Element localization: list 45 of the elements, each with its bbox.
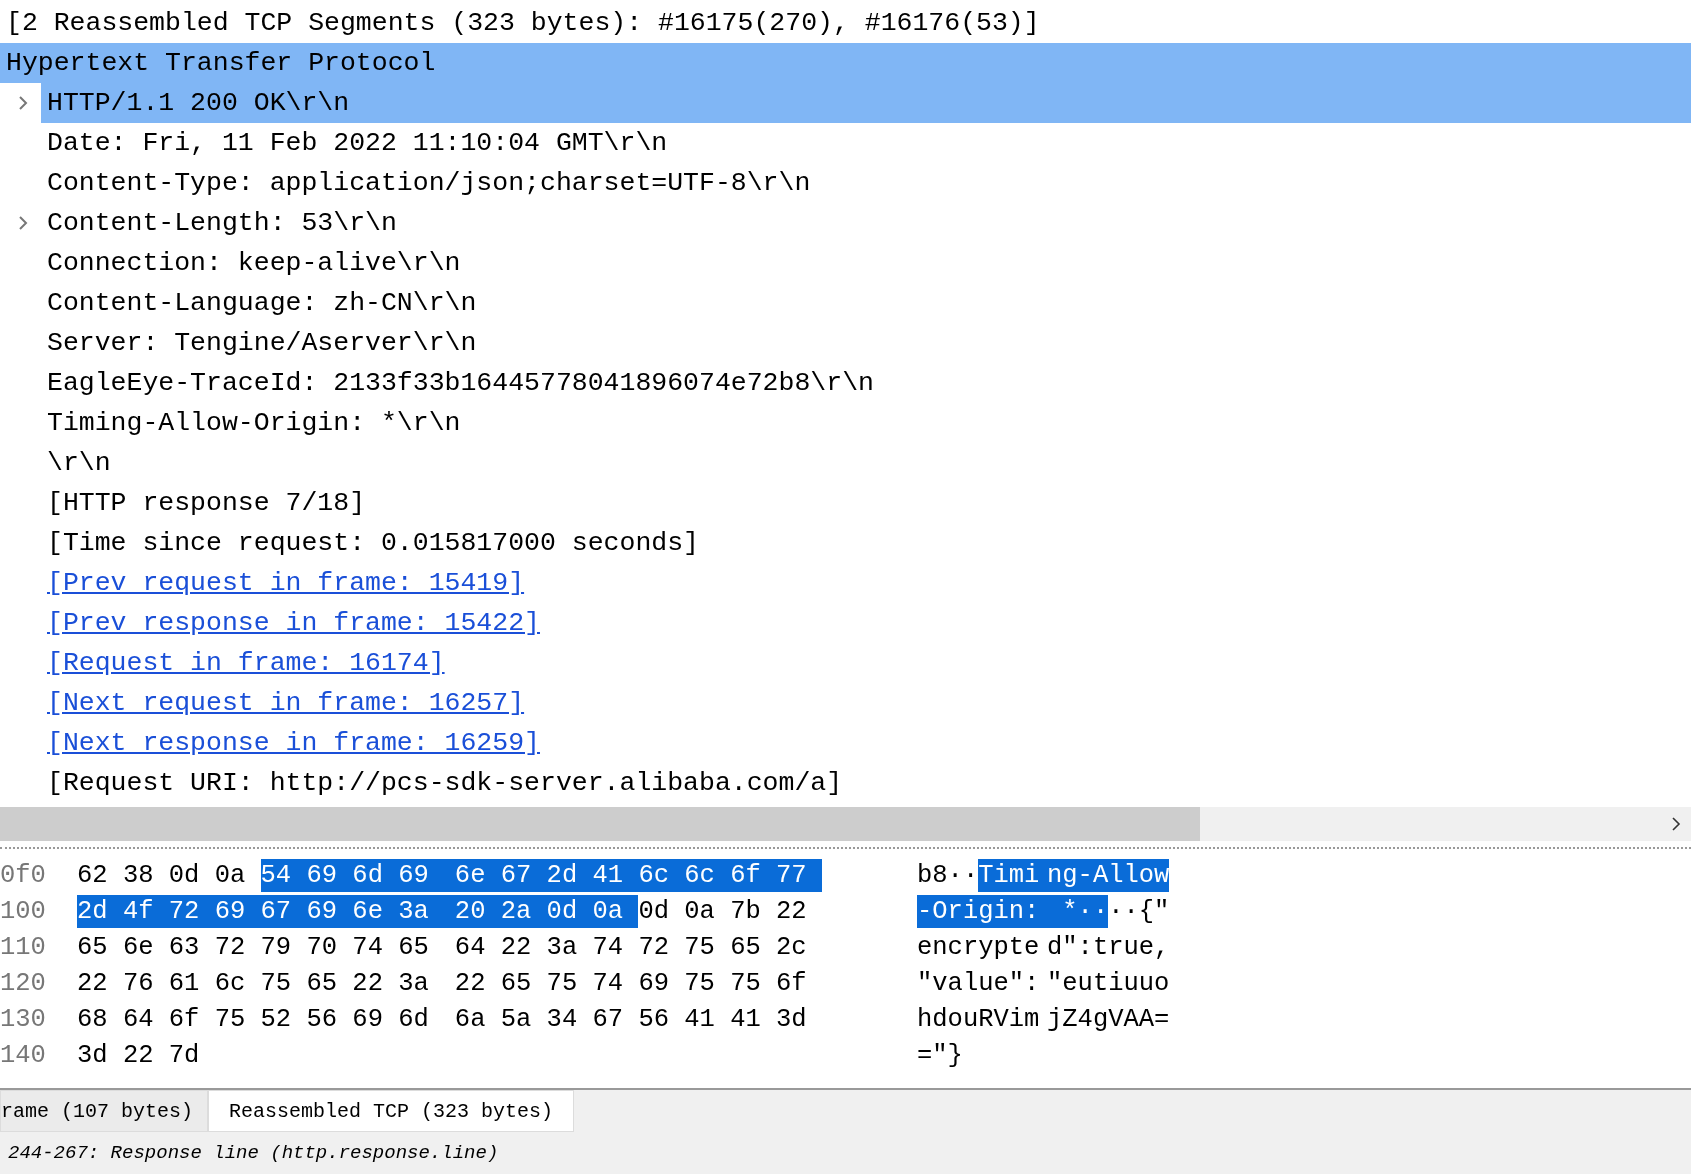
frame-link[interactable]: [Next request in frame: 16257] [41,683,525,723]
frame-link[interactable]: [Prev request in frame: 15419] [41,563,525,603]
tree-item[interactable]: Hypertext Transfer Protocol [0,43,1691,83]
hex-bytes[interactable]: 65 6e 63 72 79 70 74 65 64 22 3a 74 72 75 65 2c [77,930,822,964]
byte-view-tab[interactable]: Reassembled TCP (323 bytes) [208,1090,575,1132]
tree-item[interactable]: Content-Type: application/json;charset=UTF-8\r\n [41,163,811,203]
ascii-text[interactable]: ="} [917,1038,963,1072]
hex-bytes[interactable]: 0d 0a 7b 22 [638,894,822,928]
tree-item[interactable]: Content-Language: zh-CN\r\n [41,283,477,323]
byte-view-tab[interactable]: rame (107 bytes) [0,1090,209,1132]
hex-offset: 120 [0,968,47,998]
ascii-text[interactable]: "value":"eutiuuo [917,966,1170,1000]
tree-item[interactable]: Content-Length: 53\r\n [41,203,397,243]
hex-offset: 110 [0,932,47,962]
status-text: 244-267: Response line (http.response.line) [0,1132,1691,1174]
tree-item[interactable]: Timing-Allow-Origin: *\r\n [41,403,461,443]
tree-item[interactable]: HTTP/1.1 200 OK\r\n [41,83,1691,123]
frame-link[interactable]: [Next response in frame: 16259] [41,723,540,763]
hex-offset: 130 [0,1004,47,1034]
tree-item[interactable]: \r\n [41,443,111,483]
chevron-right-icon[interactable] [1671,816,1681,832]
frame-link[interactable]: [Prev response in frame: 15422] [41,603,540,643]
hex-offset: 0f0 [0,860,47,890]
ascii-text[interactable]: b8·· [917,858,979,892]
tree-item[interactable]: [HTTP response 7/18] [41,483,366,523]
tree-item[interactable]: Server: Tengine/Aserver\r\n [41,323,477,363]
tree-item[interactable]: [Time since request: 0.015817000 seconds] [41,523,699,563]
hex-bytes[interactable]: 54 69 6d 69 6e 67 2d 41 6c 6c 6f 77 [260,858,822,892]
ascii-text[interactable]: -Origin: *·· [917,894,1109,928]
tree-item[interactable]: [Request URI: http://pcs-sdk-server.alibaba.com/a] [41,763,843,803]
hex-bytes[interactable]: 68 64 6f 75 52 56 69 6d 6a 5a 34 67 56 41 41 3d [77,1002,822,1036]
horizontal-scrollbar[interactable] [0,807,1691,841]
hex-offset: 140 [0,1040,47,1070]
tree-item[interactable]: [2 Reassembled TCP Segments (323 bytes): #16175(270), #16176(53)] [0,3,1040,43]
ascii-text[interactable]: ··{" [1108,894,1170,928]
hex-bytes[interactable]: 3d 22 7d [77,1038,215,1072]
tree-item[interactable]: Connection: keep-alive\r\n [41,243,461,283]
tree-item[interactable]: EagleEye-TraceId: 2133f33b16445778041896074e72b8\r\n [41,363,874,403]
hex-bytes[interactable]: 62 38 0d 0a [77,858,261,892]
scrollbar-thumb[interactable] [0,807,1200,841]
hex-offset: 100 [0,896,47,926]
tree-item[interactable]: Date: Fri, 11 Feb 2022 11:10:04 GMT\r\n [41,123,668,163]
hex-bytes[interactable]: 2d 4f 72 69 67 69 6e 3a 20 2a 0d 0a [77,894,639,928]
frame-link[interactable]: [Request in frame: 16174] [41,643,445,683]
hex-bytes[interactable]: 22 76 61 6c 75 65 22 3a 22 65 75 74 69 75 75 6f [77,966,822,1000]
